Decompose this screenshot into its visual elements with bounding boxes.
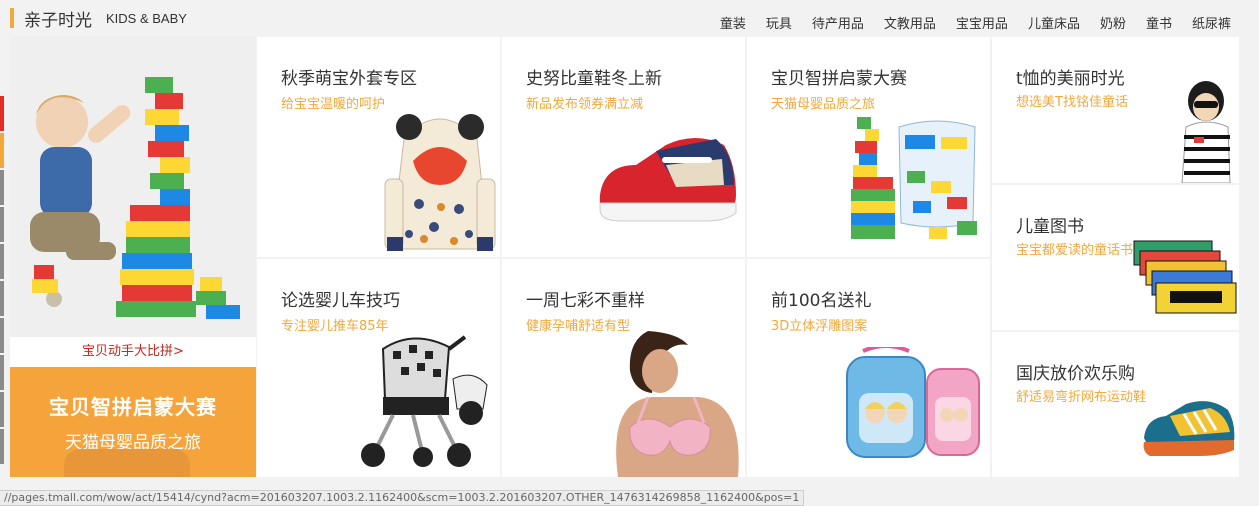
tile-title: 儿童图书: [1016, 217, 1084, 237]
section-title: 亲子时光: [24, 11, 92, 31]
floor-nav-item[interactable]: [0, 133, 4, 168]
tile-subtitle: 新品发布领券满立减: [526, 97, 644, 112]
page: 亲子时光 KIDS & BABY 童装 玩具 待产用品 文教用品 宝宝用品 儿童…: [0, 0, 1259, 506]
tile-subtitle: 舒适易弯折网布运动鞋: [1016, 390, 1147, 405]
tile-subtitle: 3D立体浮雕图案: [771, 319, 868, 334]
baby-stroller-image: [361, 335, 488, 467]
nav-link-kids-bedding[interactable]: 儿童床品: [1028, 13, 1080, 32]
nav-link-maternity[interactable]: 待产用品: [812, 13, 864, 32]
nav-link-baby-supplies[interactable]: 宝宝用品: [956, 13, 1008, 32]
floor-nav-item[interactable]: [0, 170, 4, 205]
product-tile[interactable]: 宝贝智拼启蒙大赛 天猫母婴品质之旅: [747, 37, 990, 257]
section-header: 亲子时光 KIDS & BABY 童装 玩具 待产用品 文教用品 宝宝用品 儿童…: [0, 0, 1259, 36]
tile-subtitle: 宝宝都爱读的童话书: [1016, 243, 1134, 258]
floor-nav-strip: [0, 96, 4, 466]
floor-nav-item[interactable]: [0, 207, 4, 242]
product-tile[interactable]: 前100名送礼 3D立体浮雕图案: [747, 259, 990, 477]
tile-title: 史努比童鞋冬上新: [526, 69, 662, 89]
tmall-cat-icon: [64, 449, 190, 477]
category-nav: 童装 玩具 待产用品 文教用品 宝宝用品 儿童床品 奶粉 童书 纸尿裤: [700, 13, 1231, 32]
product-tile[interactable]: 秋季萌宝外套专区 给宝宝温暖的呵护: [257, 37, 500, 257]
tile-title: 一周七彩不重样: [526, 291, 645, 311]
nav-link-kids-books[interactable]: 童书: [1146, 13, 1172, 32]
accent-bar: [10, 8, 14, 28]
tile-title: 国庆放价欢乐购: [1016, 364, 1135, 384]
nav-link-formula[interactable]: 奶粉: [1100, 13, 1126, 32]
floor-nav-item[interactable]: [0, 281, 4, 316]
nursing-bra-image: [616, 331, 739, 477]
kids-sneaker-image: [599, 138, 737, 222]
tile-subtitle: 天猫母婴品质之旅: [771, 97, 876, 112]
nav-link-stationery[interactable]: 文教用品: [884, 13, 936, 32]
tile-subtitle: 想选美T找铭佳童话: [1016, 95, 1128, 110]
floor-nav-item[interactable]: [0, 392, 4, 427]
feature-banner[interactable]: 宝贝动手大比拼> 宝贝智拼启蒙大赛 天猫母婴品质之旅: [10, 37, 256, 477]
product-tile[interactable]: 一周七彩不重样 健康孕哺舒适有型: [502, 259, 745, 477]
banner-link[interactable]: 宝贝动手大比拼>: [10, 337, 256, 367]
product-tile[interactable]: t恤的美丽时光 想选美T找铭佳童话: [992, 37, 1239, 183]
tile-title: 论选婴儿车技巧: [281, 291, 400, 311]
floor-nav-item[interactable]: [0, 96, 4, 131]
tile-title: 宝贝智拼启蒙大赛: [771, 69, 907, 89]
section-subtitle: KIDS & BABY: [106, 11, 187, 26]
tile-subtitle: 给宝宝温暖的呵护: [281, 97, 386, 112]
product-tile[interactable]: 史努比童鞋冬上新 新品发布领券满立减: [502, 37, 745, 257]
tile-title: 秋季萌宝外套专区: [281, 69, 417, 89]
product-tile[interactable]: 论选婴儿车技巧 专注婴儿推车85年: [257, 259, 500, 477]
kids-books-image: [1133, 240, 1237, 314]
school-backpack-image: [846, 347, 980, 458]
promo-block[interactable]: 宝贝智拼启蒙大赛 天猫母婴品质之旅: [10, 367, 256, 477]
nav-link-kids-clothing[interactable]: 童装: [720, 13, 746, 32]
floor-nav-item[interactable]: [0, 318, 4, 353]
status-url: //pages.tmall.com/wow/act/15414/cynd?acm…: [0, 490, 805, 506]
kids-jacket-image: [384, 114, 496, 251]
nav-link-toys[interactable]: 玩具: [766, 13, 792, 32]
nav-link-diapers[interactable]: 纸尿裤: [1192, 13, 1231, 32]
building-blocks-image: [851, 117, 977, 239]
product-tile[interactable]: 儿童图书 宝宝都爱读的童话书: [992, 185, 1239, 330]
tile-title: 前100名送礼: [771, 291, 872, 311]
floor-nav-item[interactable]: [0, 429, 4, 464]
floor-nav-item[interactable]: [0, 355, 4, 390]
floor-nav-item[interactable]: [0, 244, 4, 279]
boy-building-blocks-image: [10, 37, 256, 337]
tile-title: t恤的美丽时光: [1016, 69, 1125, 89]
girl-tshirt-image: [1181, 81, 1231, 183]
promo-title: 宝贝智拼启蒙大赛: [49, 395, 217, 419]
product-tile[interactable]: 国庆放价欢乐购 舒适易弯折网布运动鞋: [992, 332, 1239, 477]
sport-shoe-image: [1143, 401, 1235, 456]
